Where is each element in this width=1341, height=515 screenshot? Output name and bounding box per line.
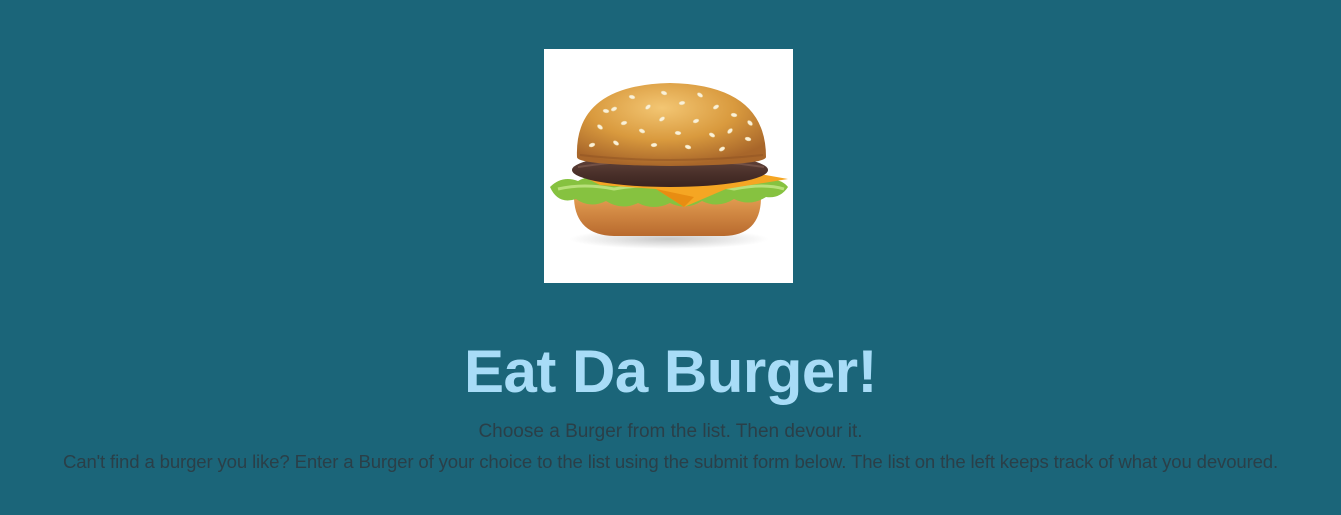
subtitle-help-text: Can't find a burger you like? Enter a Bu… [62,451,1279,472]
page: Eat Da Burger! Choose a Burger from the … [0,0,1341,515]
subtitle-instructions: Choose a Burger from the list. Then devo… [478,421,863,442]
page-title: Eat Da Burger! [463,338,878,405]
burger-image [544,49,793,283]
burger-illustration [550,83,788,249]
